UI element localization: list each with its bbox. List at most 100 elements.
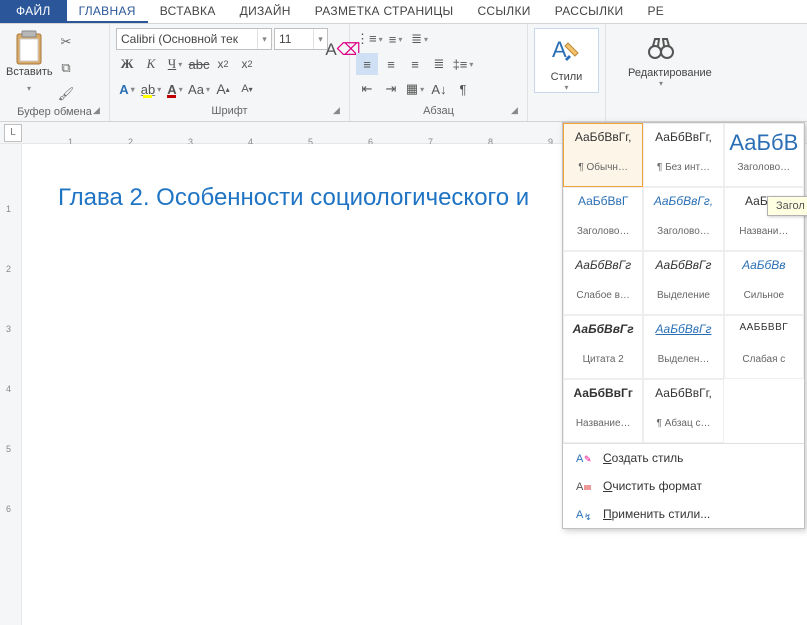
binoculars-icon [647,35,675,61]
style-cell[interactable]: АаБбВвСильное [724,251,804,315]
bold-button[interactable]: Ж [116,53,138,75]
styles-menu-clear[interactable]: A Очистить формат [563,472,804,500]
menu-label: Очистить формат [603,479,702,493]
font-size-value: 11 [275,32,313,46]
svg-text:A: A [576,481,584,493]
style-cell[interactable]: АаБбВЗаголово… [724,123,804,187]
align-center-button[interactable]: ≡ [380,53,402,75]
underline-button[interactable]: Ч▾ [164,53,186,75]
styles-group: A Стили ▾ [528,24,606,121]
paste-button[interactable]: Вставить ▾ [6,28,52,96]
sort-icon: A↓ [431,82,446,97]
svg-text:A: A [576,453,584,465]
style-cell[interactable]: АаБбВвГ Заголово… [563,187,643,251]
paste-icon [14,30,44,66]
tab-references[interactable]: ССЫЛКИ [465,0,542,23]
paragraph-group: ⋮≡▾ ≡▾ ≣▾ ≡ ≡ ≡ ≣ ‡≡▾ ⇤ ⇥ ▦▾ A↓ ¶ [350,24,528,121]
chevron-down-icon: ▾ [257,29,271,49]
svg-text:↯: ↯ [584,512,592,521]
tooltip: Загол [767,196,807,216]
grow-font-button[interactable]: A▴ [212,78,234,100]
outdent-icon: ⇤ [362,81,373,97]
bullets-button[interactable]: ⋮≡▾ [356,28,383,50]
paragraph-launcher[interactable]: ◢ [511,105,523,117]
style-preview: АаБбВвГг [648,258,718,278]
highlight-button[interactable]: ab▾ [140,78,162,100]
indent-icon: ⇥ [386,81,397,97]
justify-button[interactable]: ≣ [428,53,450,75]
tab-design[interactable]: ДИЗАЙН [228,0,303,23]
styles-menu-create[interactable]: A✎ Создать стиль [563,444,804,472]
style-cell[interactable]: АаБбВвГг, ¶ Абзац с… [643,379,723,443]
vruler-mark: 5 [6,444,11,454]
font-group-label: Шрифт [116,103,343,121]
style-cell[interactable]: АаБбВвГг,¶ Обычн… [563,123,643,187]
increase-indent-button[interactable]: ⇥ [380,78,402,100]
style-preview: АаБбВвГг [568,322,638,342]
ribbon-tabs: ФАЙЛ ГЛАВНАЯ ВСТАВКА ДИЗАЙН РАЗМЕТКА СТР… [0,0,807,24]
align-right-button[interactable]: ≡ [404,53,426,75]
style-cell[interactable]: АаБбВвГгВыделен… [643,315,723,379]
copy-button[interactable]: ⧉ [56,58,76,78]
style-preview: АаБбВвГ [568,194,638,214]
decrease-indent-button[interactable]: ⇤ [356,78,378,100]
font-size-combo[interactable]: 11 ▾ [274,28,328,50]
format-painter-button[interactable]: 🖌 [56,84,76,104]
style-cell[interactable]: АаБбВвГгВыделение [643,251,723,315]
multilevel-button[interactable]: ≣▾ [409,28,431,50]
style-name-label: ¶ Обычн… [568,162,638,173]
cut-button[interactable]: ✂ [56,32,76,52]
style-preview: АаБбВвГг, [648,386,718,406]
paragraph-group-label: Абзац [356,103,521,121]
clipboard-launcher[interactable]: ◢ [93,105,105,117]
strikethrough-button[interactable]: abc [188,53,210,75]
subscript-button[interactable]: x2 [212,53,234,75]
style-cell[interactable]: АаБбВвГгЦитата 2 [563,315,643,379]
tab-layout[interactable]: РАЗМЕТКА СТРАНИЦЫ [303,0,466,23]
tab-review-partial[interactable]: РЕ [635,0,676,23]
text-effects-button[interactable]: A▾ [116,78,138,100]
show-marks-button[interactable]: ¶ [452,78,474,100]
style-preview: АаБбВ [729,130,799,150]
superscript-button[interactable]: x2 [236,53,258,75]
style-name-label: ¶ Абзац с… [648,418,718,429]
vertical-ruler[interactable]: 1 2 3 4 5 6 [0,144,22,625]
style-cell[interactable]: ААББВВГСлабая с [724,315,804,379]
font-name-combo[interactable]: Calibri (Основной тек ▾ [116,28,272,50]
tab-selector[interactable]: L [4,124,22,142]
tab-insert[interactable]: ВСТАВКА [148,0,228,23]
tab-mailings[interactable]: РАССЫЛКИ [543,0,636,23]
style-cell[interactable]: АаБбВвГгНазвание… [563,379,643,443]
style-preview: АаБбВвГг [568,386,638,406]
align-center-icon: ≡ [387,57,395,72]
editing-label: Редактирование [628,67,694,79]
menu-label: Создать стиль [603,451,683,465]
sort-button[interactable]: A↓ [428,78,450,100]
style-cell[interactable]: АаБбВвГг,¶ Без инт… [643,123,723,187]
font-launcher[interactable]: ◢ [333,105,345,117]
align-left-button[interactable]: ≡ [356,53,378,75]
style-cell[interactable]: АаБбВвГгСлабое в… [563,251,643,315]
style-name-label: Заголово… [568,226,638,237]
borders-button[interactable]: ▦▾ [404,78,426,100]
italic-button[interactable]: К [140,53,162,75]
clear-style-icon: A [575,478,593,494]
style-preview: ААББВВГ [729,322,799,342]
line-spacing-button[interactable]: ‡≡▾ [452,53,474,75]
numbering-button[interactable]: ≡▾ [385,28,407,50]
styles-button[interactable]: A Стили ▾ [534,28,599,93]
editing-group: Редактирование ▾ [606,24,716,121]
vruler-mark: 4 [6,384,11,394]
pilcrow-icon: ¶ [460,82,467,97]
style-cell[interactable]: АаБбВвГг,Заголово… [643,187,723,251]
tab-home[interactable]: ГЛАВНАЯ [67,0,148,23]
shrink-font-button[interactable]: A▾ [236,78,258,100]
styles-menu-apply[interactable]: A↯Применить стили... [563,500,804,528]
tab-file[interactable]: ФАЙЛ [0,0,67,23]
font-color-button[interactable]: A▾ [164,78,186,100]
change-case-button[interactable]: Aa▾ [188,78,210,100]
style-name-label: Выделен… [648,354,718,365]
editing-button[interactable]: Редактирование ▾ [627,28,695,89]
svg-text:✎: ✎ [584,454,592,464]
vruler-mark: 2 [6,264,11,274]
